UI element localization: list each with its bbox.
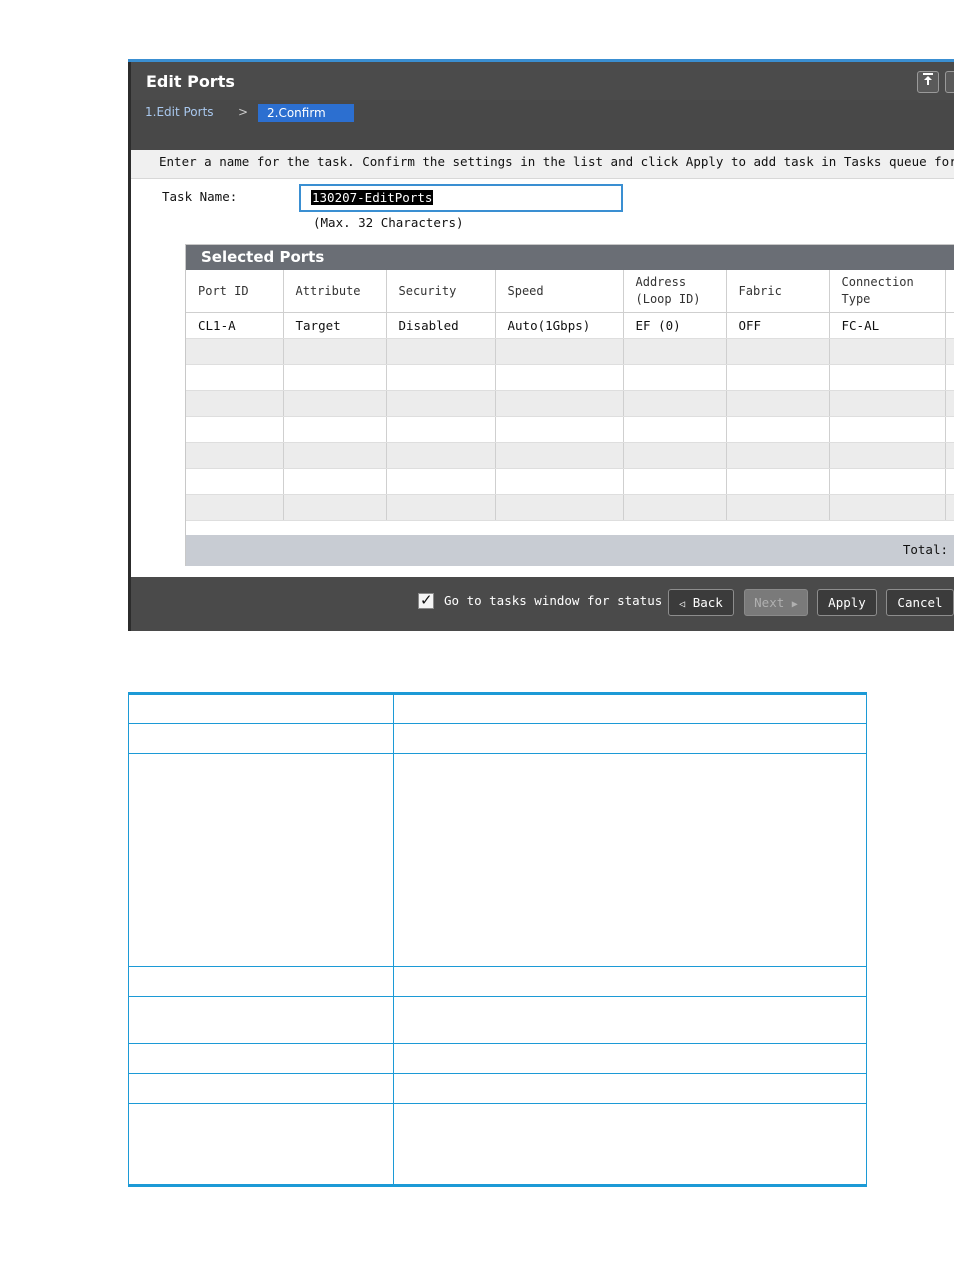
go-to-tasks-checkbox[interactable]: ✓ — [418, 591, 434, 609]
empty-row — [186, 494, 954, 521]
dialog-body: Enter a name for the task. Confirm the s… — [128, 150, 954, 577]
column-header-connection-type[interactable]: Connection Type — [829, 270, 946, 313]
dialog-footer: ✓ Go to tasks window for status ◁ Back N… — [128, 577, 954, 631]
cell-security: Disabled — [386, 312, 496, 339]
table-row-divider — [128, 1103, 867, 1104]
table-row-divider — [128, 723, 867, 724]
go-to-tasks-label[interactable]: Go to tasks window for status — [444, 593, 662, 608]
table-row-divider — [128, 1043, 867, 1044]
cancel-button-label: Cancel — [897, 595, 943, 610]
task-name-value: 130207-EditPorts — [311, 190, 434, 205]
cell-fabric: OFF — [726, 312, 830, 339]
empty-row — [186, 442, 954, 469]
empty-row — [186, 364, 954, 391]
cell-address: EF (0) — [623, 312, 727, 339]
wizard-separator: > — [238, 105, 249, 119]
table-row[interactable]: CL1-A Target Disabled Auto(1Gbps) EF (0)… — [186, 312, 954, 339]
pin-icon[interactable] — [917, 71, 939, 93]
table-row-divider — [128, 1073, 867, 1074]
table-row-divider — [128, 996, 867, 997]
table-column-divider — [393, 695, 394, 1184]
cell-port-id: CL1-A — [186, 312, 284, 339]
task-name-label: Task Name: — [162, 189, 238, 204]
task-name-input[interactable]: 130207-EditPorts — [299, 184, 623, 212]
chevron-left-icon: ◁ — [679, 599, 686, 610]
cancel-button[interactable]: Cancel — [886, 589, 954, 616]
panel-title: Selected Ports — [201, 248, 325, 266]
total-label: Total: — [902, 542, 948, 557]
column-header-address[interactable]: Address (Loop ID) — [623, 270, 727, 313]
column-header-port-id[interactable]: Port ID — [186, 270, 284, 313]
wizard-step-edit-ports[interactable]: 1.Edit Ports — [145, 105, 214, 119]
table-bottom-rule — [128, 1184, 867, 1187]
cell-connection-type: FC-AL — [829, 312, 946, 339]
wizard-step-confirm: 2.Confirm — [258, 104, 354, 122]
selected-ports-table: Port ID Attribute Security Speed Address… — [186, 270, 954, 521]
cell-speed: Auto(1Gbps) — [495, 312, 624, 339]
task-name-hint: (Max. 32 Characters) — [313, 215, 464, 230]
table-top-rule — [128, 692, 867, 695]
back-button[interactable]: ◁ Back — [668, 589, 734, 616]
empty-row — [186, 390, 954, 417]
column-header-fabric[interactable]: Fabric — [726, 270, 830, 313]
empty-row — [186, 468, 954, 495]
panel-header: Selected Ports — [186, 245, 954, 270]
chevron-right-icon: ▶ — [791, 599, 798, 610]
wizard-steps: 1.Edit Ports > 2.Confirm — [128, 100, 954, 150]
column-header-speed[interactable]: Speed — [495, 270, 624, 313]
table-right-border — [866, 695, 867, 1184]
instruction-bar: Enter a name for the task. Confirm the s… — [131, 150, 954, 179]
back-button-label: Back — [692, 595, 723, 610]
dialog-title: Edit Ports — [146, 72, 235, 91]
column-header-security[interactable]: Security — [386, 270, 496, 313]
column-header-attribute[interactable]: Attribute — [283, 270, 387, 313]
table-total-bar: Total: — [186, 535, 954, 566]
instruction-text: Enter a name for the task. Confirm the s… — [159, 154, 954, 169]
column-header-overflow — [945, 270, 954, 313]
table-row-divider — [128, 966, 867, 967]
next-button[interactable]: Next ▶ — [744, 589, 808, 616]
table-header-row: Port ID Attribute Security Speed Address… — [186, 270, 954, 313]
selected-ports-panel: Selected Ports Port ID Attribute Securit… — [185, 244, 954, 566]
cell-attribute: Target — [283, 312, 387, 339]
empty-row — [186, 416, 954, 443]
checkmark-icon: ✓ — [420, 591, 433, 609]
apply-button-label: Apply — [828, 595, 866, 610]
apply-button[interactable]: Apply — [817, 589, 877, 616]
dialog-titlebar: Edit Ports — [128, 62, 954, 100]
edit-ports-dialog: Edit Ports 1.Edit Ports > 2.Confirm Ente… — [128, 59, 954, 631]
description-table — [128, 692, 867, 1187]
table-row-divider — [128, 753, 867, 754]
table-left-border — [128, 695, 129, 1184]
restore-icon[interactable] — [945, 71, 954, 93]
next-button-label: Next — [754, 595, 785, 610]
empty-row — [186, 338, 954, 365]
